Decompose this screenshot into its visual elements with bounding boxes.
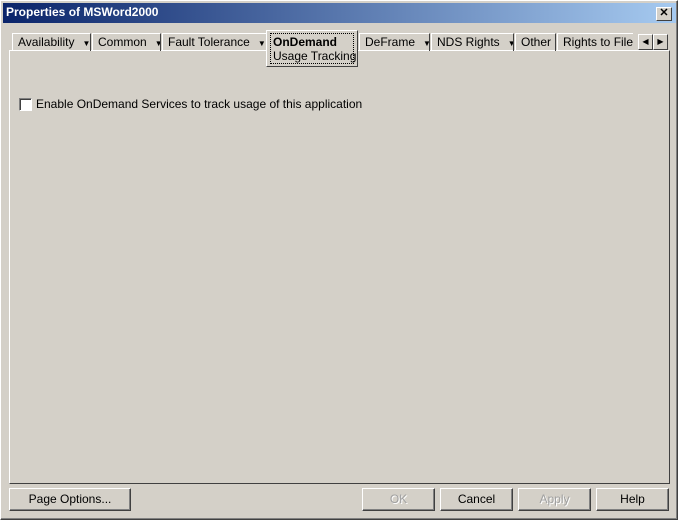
tab-fault-tolerance[interactable]: Fault Tolerance ▼ [162,33,267,51]
apply-button[interactable]: Apply [518,488,591,511]
tab-label: Rights to Files [563,35,633,49]
tab-other[interactable]: Other [515,33,556,51]
cancel-button[interactable]: Cancel [440,488,513,511]
dropdown-arrow-icon: ▼ [82,39,91,48]
page-options-button[interactable]: Page Options... [9,488,131,511]
title-bar: Properties of MSWord2000 ✕ [3,3,676,23]
tab-deframe[interactable]: DeFrame ▼ [359,33,430,51]
tab-ondemand[interactable]: OnDemand Usage Tracking [266,30,358,67]
window-title: Properties of MSWord2000 [6,5,159,19]
tab-nds-rights[interactable]: NDS Rights ▼ [431,33,514,51]
tab-label: Availability [18,35,75,49]
scroll-left-icon[interactable]: ◀ [638,34,653,50]
tab-label: Other [521,35,552,49]
tab-label: Fault Tolerance [168,35,250,49]
tab-common[interactable]: Common ▼ [92,33,161,51]
enable-ondemand-checkbox[interactable] [19,98,32,111]
dropdown-arrow-icon: ▼ [155,36,160,51]
tab-label: NDS Rights [437,35,500,49]
enable-ondemand-label[interactable]: Enable OnDemand Services to track usage … [36,97,362,111]
dropdown-arrow-icon: ▼ [508,36,513,51]
dropdown-arrow-icon: ▼ [423,36,429,51]
tab-panel [9,50,670,484]
tab-label: DeFrame [365,35,416,49]
tab-rights-to-files[interactable]: Rights to Files [557,33,633,51]
close-icon[interactable]: ✕ [656,7,672,21]
ok-button[interactable]: OK [362,488,435,511]
tab-label: Common [98,35,147,49]
tab-availability[interactable]: Availability ▼ [12,33,91,51]
dropdown-arrow-icon: ▼ [257,39,266,48]
tab-label: OnDemand [273,35,338,49]
tab-sublabel-usage-tracking[interactable]: Usage Tracking [273,49,356,63]
help-button[interactable]: Help [596,488,669,511]
scroll-right-icon[interactable]: ▶ [653,34,668,50]
